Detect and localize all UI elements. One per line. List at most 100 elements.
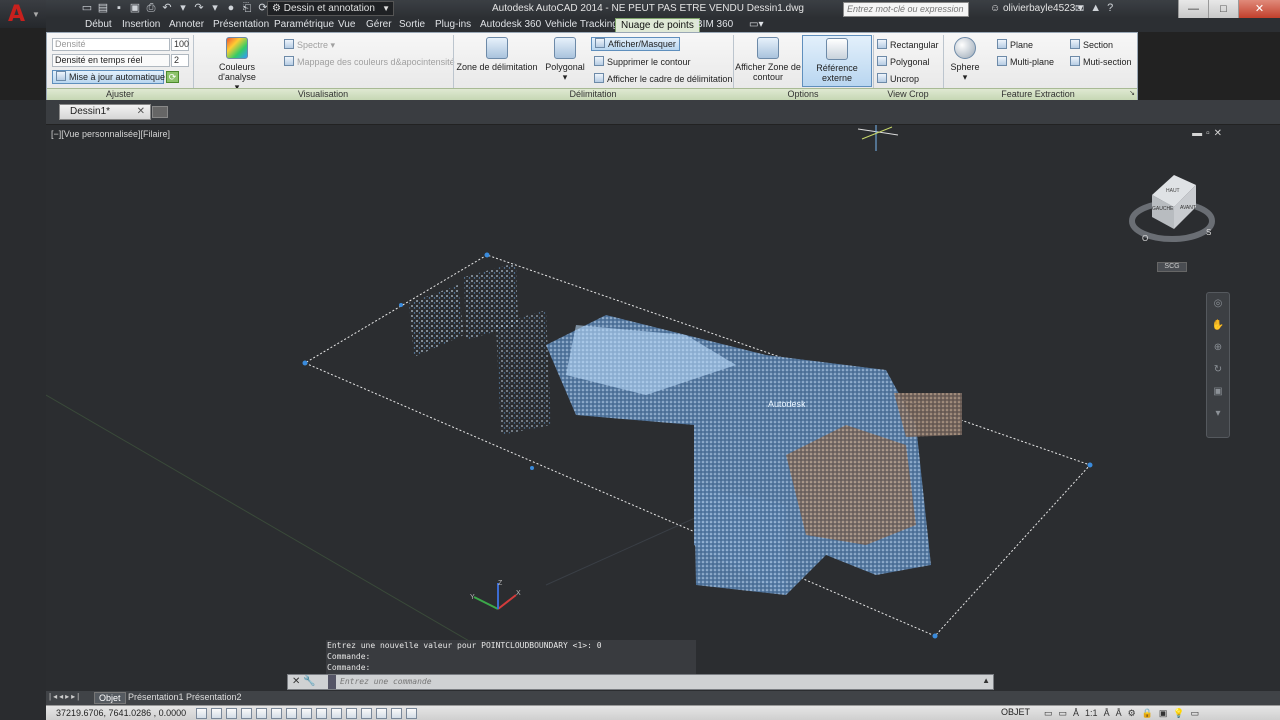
tab-annoter[interactable]: Annoter: [164, 18, 209, 32]
tab-plugins[interactable]: Plug-ins: [430, 18, 476, 32]
quick-properties-icon[interactable]: [376, 708, 387, 719]
grid-icon[interactable]: [226, 708, 237, 719]
new-icon[interactable]: ▭: [80, 1, 94, 15]
annotation-visibility-icon[interactable]: Å: [1104, 708, 1110, 719]
clean-screen-icon[interactable]: ▭: [1191, 708, 1200, 719]
ducs-icon[interactable]: [316, 708, 327, 719]
otrack-icon[interactable]: [301, 708, 312, 719]
tab-insertion[interactable]: Insertion: [117, 18, 165, 32]
user-account[interactable]: ☺ olivierbayle4523 ▾: [990, 3, 1083, 14]
workspace-select[interactable]: ⚙ Dessin et annotation ▼: [267, 1, 394, 16]
zoom-icon[interactable]: ⊕: [1207, 337, 1229, 359]
annotation-scale-icon[interactable]: Å: [1073, 708, 1079, 719]
file-tab-dessin1[interactable]: Dessin1* ✕: [59, 104, 151, 120]
mise-a-jour-automatique-toggle[interactable]: Mise à jour automatique: [52, 70, 165, 84]
annotation-monitor-icon[interactable]: [406, 708, 417, 719]
zone-delimitation-button[interactable]: Zone de délimitation: [455, 37, 539, 72]
nav-dropdown-icon[interactable]: ▾: [1207, 403, 1229, 425]
hardware-acceleration-icon[interactable]: ▣: [1159, 708, 1168, 719]
application-menu-button[interactable]: A ▼: [0, 0, 46, 28]
densite-slider[interactable]: Densité: [52, 38, 170, 51]
help-icon[interactable]: ?: [1107, 2, 1113, 15]
afficher-zone-contour-button[interactable]: Afficher Zone de contour: [735, 37, 801, 82]
tab-objet[interactable]: Objet: [94, 692, 126, 704]
polygonal-delimitation-button[interactable]: Polygonal ▾: [541, 37, 589, 82]
transparency-icon[interactable]: [361, 708, 372, 719]
afficher-cadre-button[interactable]: Afficher le cadre de délimitation: [594, 73, 732, 84]
undo-icon[interactable]: ↶: [160, 1, 174, 15]
reference-externe-button[interactable]: Référence externe: [802, 35, 872, 87]
crop-polygonal-button[interactable]: Polygonal: [877, 56, 930, 67]
minimize-button[interactable]: —: [1178, 0, 1208, 18]
snap-icon[interactable]: [211, 708, 222, 719]
dyn-icon[interactable]: [331, 708, 342, 719]
tab-debut[interactable]: Début: [80, 18, 117, 32]
workspace-switch-icon[interactable]: ⚙: [1128, 708, 1136, 719]
tab-vehicle-tracking[interactable]: Vehicle Tracking: [540, 18, 623, 32]
plot-icon[interactable]: ⎗: [240, 1, 254, 15]
viewport-window-controls[interactable]: ▬▫✕: [1192, 128, 1226, 139]
quick-view-layouts-icon[interactable]: ▭: [1044, 708, 1053, 719]
showmotion-icon[interactable]: ▣: [1207, 381, 1229, 403]
exchange-icon[interactable]: ✉: [1075, 2, 1084, 15]
autodesk-360-icon[interactable]: ▲: [1090, 2, 1101, 15]
polar-icon[interactable]: [256, 708, 267, 719]
layout-nav-arrows[interactable]: |◂◂▸▸|: [49, 692, 81, 701]
selection-cycling-icon[interactable]: [391, 708, 402, 719]
section-button[interactable]: Section: [1070, 39, 1113, 50]
tab-autodesk-360[interactable]: Autodesk 360: [475, 18, 546, 32]
tab-bim-360[interactable]: BIM 360: [691, 18, 738, 32]
densite-value[interactable]: 100: [171, 38, 189, 51]
pan-icon[interactable]: ✋: [1207, 315, 1229, 337]
drawing-viewport[interactable]: Autodesk Z X Y HAUT GAUCHE AVANT O S [−]…: [46, 125, 1232, 691]
close-icon[interactable]: ✕: [137, 105, 145, 119]
densite-temps-reel-field[interactable]: Densité en temps réel: [52, 54, 170, 67]
mappage-couleurs-button[interactable]: Mappage des couleurs d&apocintensité: [284, 56, 455, 67]
new-drawing-tab[interactable]: [152, 106, 168, 118]
afficher-masquer-toggle[interactable]: Afficher/Masquer: [591, 37, 680, 51]
command-prompt-icon[interactable]: [328, 675, 336, 689]
multi-plane-button[interactable]: Multi-plane: [997, 56, 1054, 67]
boundary-grip[interactable]: [484, 252, 490, 258]
annotation-scale-value[interactable]: 1:1: [1085, 708, 1098, 719]
multi-section-button[interactable]: Muti-section: [1070, 56, 1132, 67]
panel-expand-icon[interactable]: ↘: [1127, 89, 1137, 97]
sphere-button[interactable]: Sphere ▾: [945, 37, 985, 82]
auto-scale-icon[interactable]: Å: [1116, 708, 1122, 719]
tab-presentation2[interactable]: Présentation2: [182, 692, 246, 704]
ortho-icon[interactable]: [241, 708, 252, 719]
open-icon[interactable]: ▤: [96, 1, 110, 15]
boundary-grip[interactable]: [530, 466, 534, 470]
tab-presentation1[interactable]: Présentation1: [124, 692, 188, 704]
redo-dropdown-icon[interactable]: ▾: [208, 1, 222, 15]
couleurs-analyse-button[interactable]: Couleurs d'analyse ▾: [199, 37, 275, 92]
uncrop-button[interactable]: Uncrop: [877, 73, 919, 84]
tab-nuage-de-points[interactable]: Nuage de points: [615, 18, 700, 32]
chevron-up-icon[interactable]: ▲: [982, 676, 990, 685]
boundary-grip[interactable]: [1087, 462, 1093, 468]
plane-button[interactable]: Plane: [997, 39, 1033, 50]
undo-dropdown-icon[interactable]: ▾: [176, 1, 190, 15]
crop-rectangular-button[interactable]: Rectangular: [877, 39, 939, 50]
osnap-icon[interactable]: [271, 708, 282, 719]
print-icon[interactable]: ⎙: [144, 1, 158, 15]
isolate-objects-icon[interactable]: 💡: [1173, 708, 1184, 719]
maximize-button[interactable]: □: [1208, 0, 1238, 18]
update-now-icon[interactable]: ⟳: [166, 71, 179, 83]
steering-wheel-icon[interactable]: ◎: [1207, 293, 1229, 315]
save-as-icon[interactable]: ▣: [128, 1, 142, 15]
command-close-icon[interactable]: ✕ 🔧: [292, 676, 316, 687]
tab-gerer[interactable]: Gérer: [361, 18, 397, 32]
lineweight-icon[interactable]: [346, 708, 357, 719]
orbit-icon[interactable]: ↻: [1207, 359, 1229, 381]
tab-vue[interactable]: Vue: [333, 18, 360, 32]
tab-presentation[interactable]: Présentation: [208, 18, 274, 32]
infer-constraints-icon[interactable]: [196, 708, 207, 719]
command-input[interactable]: Entrez une commande: [340, 676, 432, 688]
boundary-grip[interactable]: [399, 303, 403, 307]
redo-icon[interactable]: ↷: [192, 1, 206, 15]
boundary-grip[interactable]: [302, 360, 308, 366]
tab-sortie[interactable]: Sortie: [394, 18, 430, 32]
viewport-controls-label[interactable]: [−][Vue personnalisée][Filaire]: [51, 129, 170, 139]
search-input[interactable]: Entrez mot-clé ou expression: [843, 2, 969, 17]
